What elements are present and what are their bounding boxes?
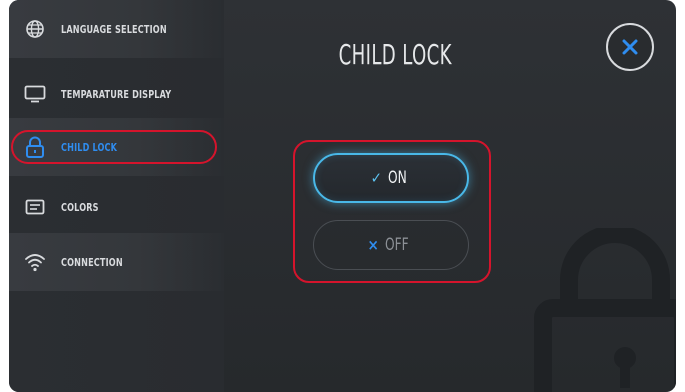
sidebar-item-label: COLORS [61, 200, 99, 214]
sidebar-item-colors[interactable]: COLORS [9, 178, 224, 236]
off-option-button[interactable]: × OFF [313, 220, 469, 270]
option-label: OFF [384, 235, 409, 255]
sidebar-item-label: LANGUAGE SELECTION [61, 22, 167, 36]
page-title: CHILD LOCK [338, 38, 452, 71]
check-icon: ✓ [370, 169, 382, 187]
globe-icon [23, 19, 47, 39]
sidebar-item-label: CHILD LOCK [61, 140, 118, 154]
sidebar: LANGUAGE SELECTION TEMPARATURE DISPLAY C… [9, 0, 224, 392]
monitor-icon [23, 84, 47, 104]
sidebar-item-language-selection[interactable]: LANGUAGE SELECTION [9, 0, 224, 58]
lock-watermark-icon [534, 228, 676, 392]
sidebar-item-child-lock[interactable]: CHILD LOCK [9, 118, 224, 176]
palette-icon [23, 197, 47, 217]
lock-icon [23, 136, 47, 158]
sidebar-item-label: CONNECTION [61, 255, 123, 269]
sidebar-item-connection[interactable]: CONNECTION [9, 233, 224, 291]
option-label: ON [387, 168, 407, 188]
close-button[interactable] [606, 23, 654, 71]
sidebar-item-temparature-display[interactable]: TEMPARATURE DISPLAY [9, 65, 224, 123]
on-option-button[interactable]: ✓ ON [313, 153, 469, 203]
wifi-icon [23, 252, 47, 272]
x-mark-icon: × [367, 236, 379, 254]
sidebar-item-label: TEMPARATURE DISPLAY [61, 87, 172, 101]
close-icon [622, 39, 638, 55]
settings-screen: LANGUAGE SELECTION TEMPARATURE DISPLAY C… [9, 0, 676, 392]
